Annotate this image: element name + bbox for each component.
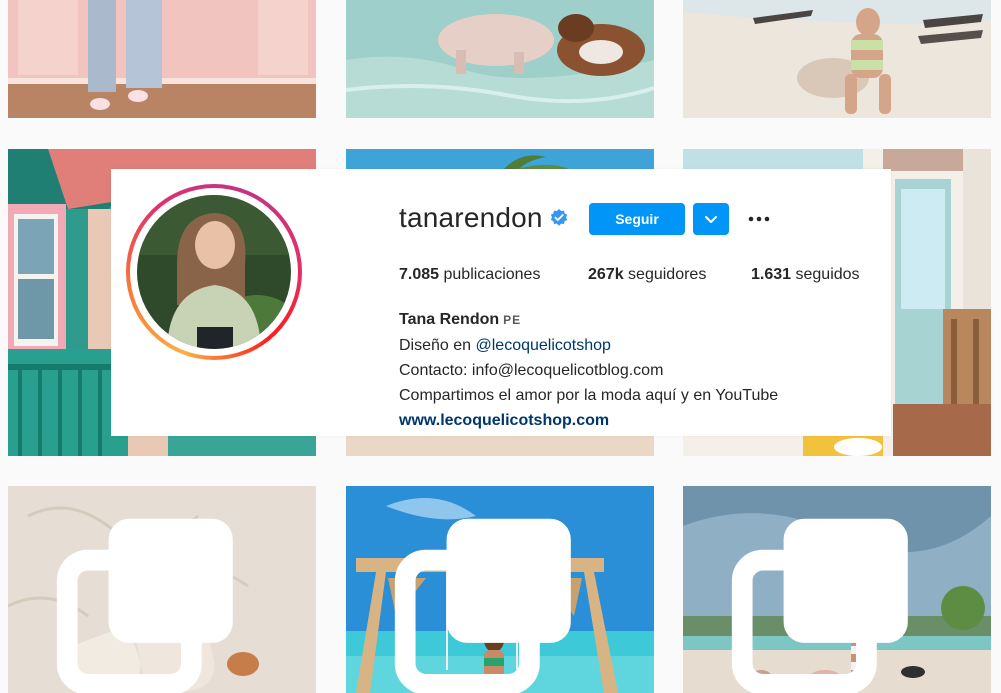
- multiple-photos-icon: [56, 518, 233, 693]
- verified-badge-icon: [550, 209, 568, 226]
- multiple-photos-icon: [731, 518, 908, 693]
- profile-username: tanarendon: [399, 202, 543, 233]
- bio-line-2: Contacto: info@lecoquelicotblog.com: [399, 362, 664, 379]
- followers-label: seguidores: [628, 266, 707, 283]
- post-tile-1[interactable]: [8, 0, 316, 118]
- followers-stat[interactable]: 267k seguidores: [588, 266, 706, 284]
- bio-name-line: Tana Rendon PE: [399, 307, 778, 333]
- more-options-button[interactable]: [745, 205, 773, 233]
- more-options-icon: [748, 216, 770, 222]
- post-tile-3[interactable]: [683, 0, 991, 118]
- follow-button[interactable]: Seguir: [589, 203, 685, 235]
- post-tile-9[interactable]: [683, 486, 991, 693]
- category-label: PE: [503, 313, 522, 327]
- post-tile-8[interactable]: [346, 486, 654, 693]
- suggestions-dropdown-button[interactable]: [693, 203, 729, 235]
- bio-line-3: Compartimos el amor por la moda aquí y e…: [399, 387, 779, 404]
- bio-mention-link[interactable]: @lecoquelicotshop: [476, 337, 611, 354]
- posts-stat: 7.085 publicaciones: [399, 266, 540, 284]
- posts-label: publicaciones: [443, 266, 541, 283]
- posts-count: 7.085: [399, 266, 440, 283]
- bio-line-1-text: Diseño en: [399, 337, 472, 354]
- following-count: 1.631: [751, 266, 792, 283]
- avatar[interactable]: [137, 195, 291, 349]
- website-link[interactable]: www.lecoquelicotshop.com: [399, 408, 778, 433]
- following-stat[interactable]: 1.631 seguidos: [751, 266, 860, 284]
- profile-bio: Tana Rendon PE Diseño en @lecoquelicotsho…: [399, 307, 778, 433]
- story-ring[interactable]: [126, 184, 302, 360]
- followers-count: 267k: [588, 266, 624, 283]
- multiple-photos-icon: [394, 518, 571, 693]
- full-name: Tana Rendon: [399, 311, 500, 328]
- avatar-border: [130, 188, 298, 356]
- bio-line-1: Diseño en @lecoquelicotshop: [399, 333, 778, 358]
- post-tile-7[interactable]: [8, 486, 316, 693]
- profile-card: tanarendon Seguir 7.085 publicaciones 26…: [111, 169, 891, 436]
- post-tile-2[interactable]: [346, 0, 654, 118]
- chevron-down-icon: [705, 216, 717, 223]
- following-label: seguidos: [795, 266, 860, 283]
